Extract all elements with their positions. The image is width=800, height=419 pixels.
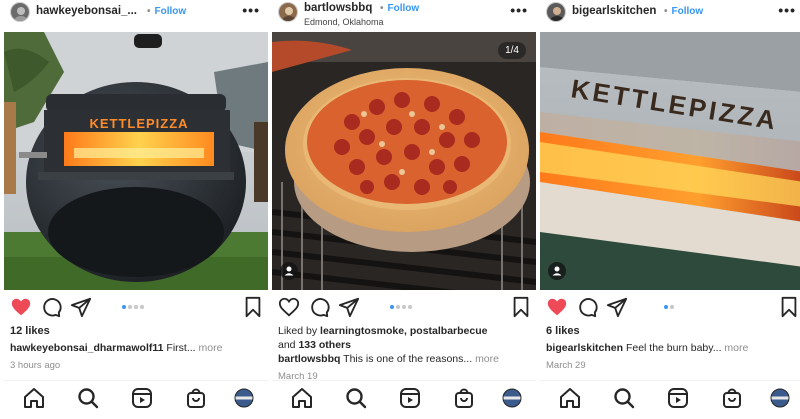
username[interactable]: bigearlskitchen [572, 5, 656, 17]
search-icon[interactable] [344, 386, 368, 410]
follow-label[interactable]: Follow [155, 6, 187, 17]
profile-avatar-icon[interactable] [768, 386, 792, 410]
post-header: hawkeyebonsai_... • Follow ••• [4, 0, 268, 30]
post-photo[interactable]: KETTLEPIZZA [540, 32, 800, 290]
follow-button[interactable]: • Follow [380, 3, 419, 14]
search-icon[interactable] [612, 386, 636, 410]
liked-by-others[interactable]: 133 others [298, 339, 351, 351]
post-card: hawkeyebonsai_... • Follow ••• KETTLEPIZ… [4, 0, 268, 419]
share-send-icon[interactable] [70, 296, 92, 318]
home-icon[interactable] [558, 386, 582, 410]
save-bookmark-icon[interactable] [510, 296, 532, 318]
comment-icon[interactable] [40, 296, 62, 318]
more-options-icon[interactable]: ••• [242, 2, 260, 18]
shop-icon[interactable] [184, 386, 208, 410]
username[interactable]: bartlowsbbq [304, 2, 372, 14]
caption-username[interactable]: hawkeyebonsai_dharmawolf11 [10, 342, 163, 354]
profile-avatar-icon[interactable] [500, 386, 524, 410]
caption-text: First... [166, 342, 196, 354]
post-actions [540, 296, 800, 318]
caption-more-link[interactable]: more [475, 353, 499, 365]
profile-avatar-icon[interactable] [232, 386, 256, 410]
caption-username[interactable]: bigearlskitchen [546, 342, 623, 354]
caption: bartlowsbbq This is one of the reasons..… [278, 353, 534, 365]
more-options-icon[interactable]: ••• [510, 2, 528, 18]
bottom-nav [540, 380, 800, 419]
photo-counter: 1/4 [498, 42, 526, 59]
reels-icon[interactable] [130, 386, 154, 410]
post-timestamp: 3 hours ago [10, 360, 61, 371]
comment-icon[interactable] [576, 296, 598, 318]
follow-button[interactable]: • Follow [147, 6, 186, 17]
caption-more-link[interactable]: more [724, 342, 748, 354]
follow-label[interactable]: Follow [388, 3, 420, 14]
caption-more-link[interactable]: more [199, 342, 223, 354]
reels-icon[interactable] [666, 386, 690, 410]
search-icon[interactable] [76, 386, 100, 410]
more-options-icon[interactable]: ••• [778, 2, 796, 18]
post-card: bartlowsbbq • Follow Edmond, Oklahoma ••• [272, 0, 536, 419]
liked-by-names[interactable]: learningtosmoke, postalbarbecue [320, 325, 487, 337]
post-actions [272, 296, 536, 318]
tagged-people-icon[interactable] [280, 262, 298, 280]
post-photo[interactable]: KETTLEPIZZA [4, 32, 268, 290]
bottom-nav [4, 380, 268, 419]
tagged-people-icon[interactable] [548, 262, 566, 280]
caption-username[interactable]: bartlowsbbq [278, 353, 340, 365]
post-header: bigearlskitchen • Follow ••• [540, 0, 800, 30]
likes-count[interactable]: 6 likes [546, 325, 580, 337]
caption-text: Feel the burn baby... [625, 342, 722, 354]
caption-text: This is one of the reasons... [343, 353, 473, 365]
like-heart-icon[interactable] [546, 296, 568, 318]
post-location[interactable]: Edmond, Oklahoma [304, 17, 384, 27]
comment-icon[interactable] [308, 296, 330, 318]
carousel-indicator [390, 305, 414, 310]
bottom-nav [272, 380, 536, 419]
follow-label[interactable]: Follow [672, 6, 704, 17]
avatar[interactable] [278, 2, 298, 22]
reels-icon[interactable] [398, 386, 422, 410]
home-icon[interactable] [22, 386, 46, 410]
post-timestamp: March 29 [546, 360, 586, 371]
shop-icon[interactable] [452, 386, 476, 410]
liked-by-summary[interactable]: Liked by learningtosmoke, postalbarbecue… [278, 324, 530, 352]
post-photo[interactable]: 1/4 [272, 32, 536, 290]
avatar[interactable] [546, 2, 566, 22]
post-header: bartlowsbbq • Follow Edmond, Oklahoma ••• [272, 0, 536, 30]
follow-button[interactable]: • Follow [664, 6, 703, 17]
kettlepizza-logo-text: KETTLEPIZZA [89, 116, 188, 131]
post-card: bigearlskitchen •Follow ••• KETTLEPIZZA [540, 0, 800, 419]
save-bookmark-icon[interactable] [778, 296, 800, 318]
like-heart-icon[interactable] [278, 296, 300, 318]
like-heart-icon[interactable] [10, 296, 32, 318]
caption: bigearlskitchen Feel the burn baby... mo… [546, 342, 800, 354]
home-icon[interactable] [290, 386, 314, 410]
share-send-icon[interactable] [606, 296, 628, 318]
carousel-indicator [122, 305, 146, 310]
shop-icon[interactable] [720, 386, 744, 410]
liked-by-prefix: Liked by [278, 325, 321, 337]
caption: hawkeyebonsai_dharmawolf11 First... more [10, 342, 266, 354]
save-bookmark-icon[interactable] [242, 296, 264, 318]
share-send-icon[interactable] [338, 296, 360, 318]
likes-count[interactable]: 12 likes [10, 325, 50, 337]
carousel-indicator [664, 305, 676, 310]
post-actions [4, 296, 268, 318]
username[interactable]: hawkeyebonsai_... [36, 5, 137, 17]
liked-by-and: and [278, 339, 299, 351]
avatar[interactable] [10, 2, 30, 22]
